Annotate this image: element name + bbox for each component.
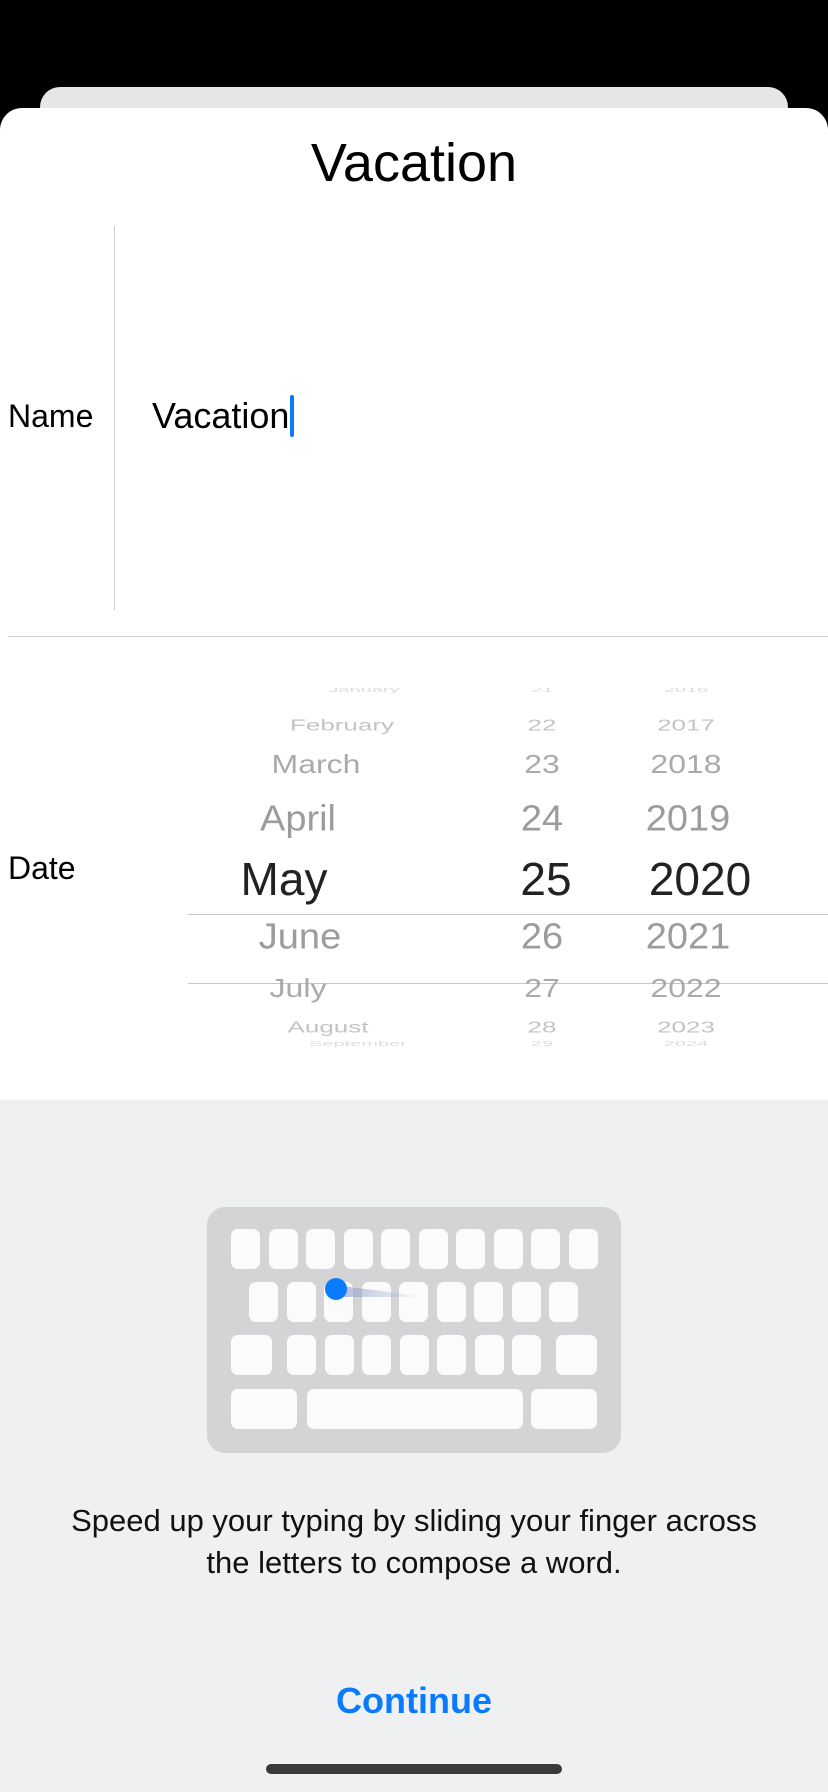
month-option[interactable]: April xyxy=(260,801,336,837)
year-option[interactable]: 2021 xyxy=(646,919,731,955)
sheet-title: Vacation xyxy=(310,133,518,193)
day-option[interactable]: 26 xyxy=(521,919,563,955)
day-option[interactable]: 24 xyxy=(521,801,563,837)
keyboard-key-icon xyxy=(511,1282,541,1322)
home-indicator xyxy=(266,1764,562,1774)
row-divider xyxy=(8,636,828,637)
year-option[interactable]: 2017 xyxy=(657,717,715,733)
month-option[interactable]: September xyxy=(309,1041,407,1048)
keyboard-key-icon xyxy=(286,1282,316,1322)
keyboard-key-icon xyxy=(231,1229,260,1269)
day-option[interactable]: 29 xyxy=(531,1041,553,1048)
keyboard-key-icon xyxy=(381,1229,410,1269)
continue-button[interactable]: Continue xyxy=(0,1680,828,1722)
keyboard-key-icon xyxy=(362,1335,391,1375)
month-option[interactable]: June xyxy=(259,919,341,955)
year-option[interactable]: 2024 xyxy=(664,1041,709,1048)
keyboard-key-icon xyxy=(512,1335,541,1375)
onboarding-description: Speed up your typing by sliding your fin… xyxy=(71,1503,757,1580)
month-option[interactable]: May xyxy=(241,856,328,902)
year-option[interactable]: 2023 xyxy=(657,1019,715,1035)
keyboard-key-icon xyxy=(324,1335,354,1375)
day-option[interactable]: 28 xyxy=(528,1019,557,1035)
keyboard-key-icon xyxy=(437,1335,466,1375)
keyboard-key-icon xyxy=(249,1282,278,1322)
date-picker[interactable]: January February March April May June July Augu… xyxy=(188,688,828,1158)
day-option[interactable]: 23 xyxy=(524,751,560,777)
keyboard-key-icon xyxy=(231,1389,297,1429)
year-option[interactable]: 2018 xyxy=(650,751,721,777)
keyboard-key-icon xyxy=(531,1229,560,1269)
day-option[interactable]: 25 xyxy=(520,856,571,902)
text-caret xyxy=(290,395,295,437)
keyboard-key-icon xyxy=(231,1335,272,1375)
keyboard-key-icon xyxy=(531,1389,597,1429)
day-option[interactable]: 27 xyxy=(524,975,560,1001)
name-field[interactable]: Vacation xyxy=(152,394,295,438)
keyboard-key-icon xyxy=(474,1335,504,1375)
finger-dot-icon xyxy=(325,1278,347,1300)
year-option[interactable]: 2020 xyxy=(649,856,751,902)
keyboard-key-icon xyxy=(456,1229,485,1269)
keyboard-key-icon xyxy=(287,1335,316,1375)
keyboard-key-icon xyxy=(568,1229,598,1269)
keyboard-key-icon xyxy=(268,1229,298,1269)
month-option[interactable]: February xyxy=(290,717,394,733)
keyboard-swipe-illustration xyxy=(207,1207,621,1453)
keyboard-key-icon xyxy=(556,1335,597,1375)
day-option[interactable]: 21 xyxy=(531,688,553,694)
keyboard-key-icon xyxy=(418,1229,448,1269)
month-option[interactable]: March xyxy=(272,751,361,777)
keyboard-key-icon xyxy=(399,1282,428,1322)
keyboard-key-icon xyxy=(493,1229,523,1269)
keyboard-key-icon xyxy=(436,1282,466,1322)
year-option[interactable]: 2019 xyxy=(646,801,731,837)
keyboard-key-icon xyxy=(474,1282,503,1322)
year-option[interactable]: 2022 xyxy=(650,975,721,1001)
year-option[interactable]: 2016 xyxy=(664,688,709,694)
month-option[interactable]: January xyxy=(328,688,399,694)
name-label: Name xyxy=(8,398,94,434)
date-label: Date xyxy=(8,850,76,886)
keyboard-key-icon xyxy=(307,1389,523,1429)
keyboard-key-icon xyxy=(306,1229,335,1269)
keyboard-key-icon xyxy=(399,1335,429,1375)
month-option[interactable]: July xyxy=(270,975,327,1001)
keyboard-key-icon xyxy=(549,1282,578,1322)
keyboard-key-icon xyxy=(361,1282,391,1322)
name-field-text: Vacation xyxy=(152,395,290,436)
name-divider xyxy=(114,226,115,610)
day-option[interactable]: 22 xyxy=(528,717,557,733)
keyboard-key-icon xyxy=(343,1229,373,1269)
month-option[interactable]: August xyxy=(288,1019,369,1035)
